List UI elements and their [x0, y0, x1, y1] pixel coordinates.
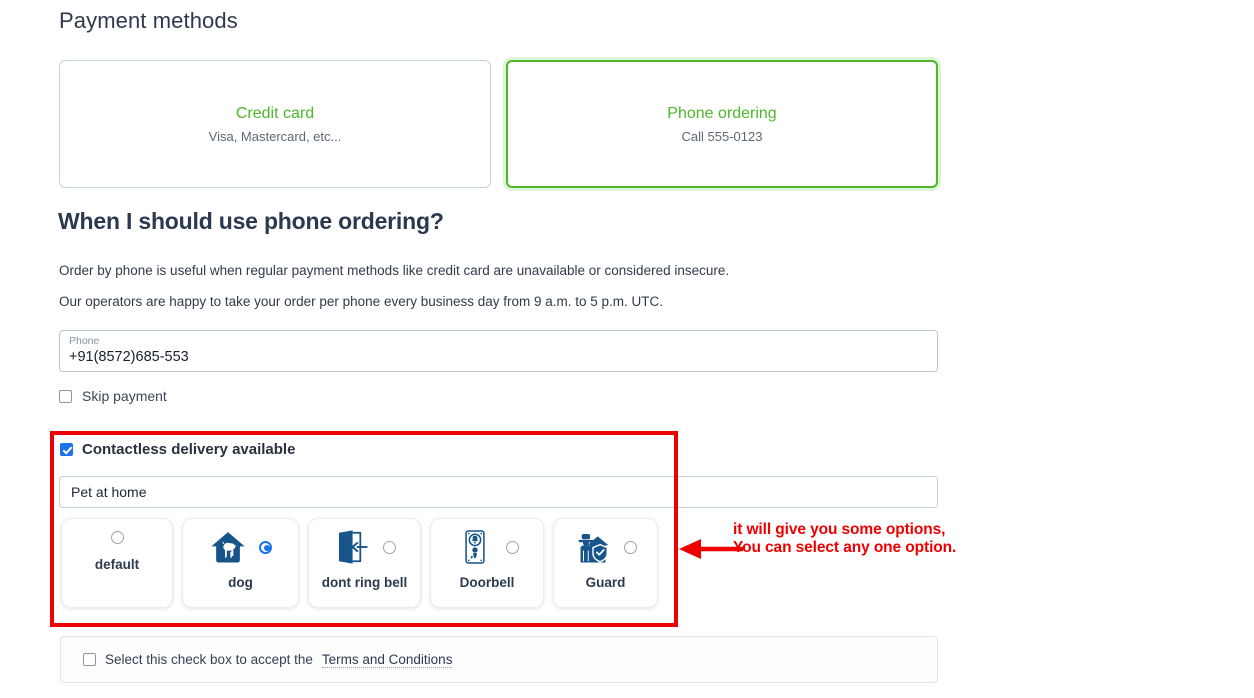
- delivery-option-guard[interactable]: Guard: [553, 518, 658, 608]
- delivery-option-radio[interactable]: [383, 540, 396, 554]
- section-paragraph-2: Our operators are happy to take your ord…: [59, 294, 664, 309]
- payment-method-subtitle: Visa, Mastercard, etc...: [208, 128, 342, 144]
- delivery-option-radio[interactable]: [624, 540, 637, 554]
- delivery-option-default[interactable]: default: [61, 518, 173, 608]
- contactless-delivery-label: Contactless delivery available: [82, 441, 296, 458]
- payment-method-phone-ordering[interactable]: Phone ordering Call 555-0123: [506, 60, 938, 188]
- payment-method-credit-card[interactable]: Credit card Visa, Mastercard, etc...: [59, 60, 491, 188]
- delivery-option-label: Guard: [585, 575, 626, 590]
- pet-at-home-value: Pet at home: [71, 484, 147, 500]
- payment-method-list: Credit card Visa, Mastercard, etc... Pho…: [59, 60, 939, 190]
- delivery-option-label: Doorbell: [459, 575, 515, 590]
- delivery-options-list: default dog dont ring bell Doorbell Guar…: [61, 518, 658, 608]
- skip-payment-row[interactable]: Skip payment: [59, 388, 167, 404]
- phone-input-value: +91(8572)685-553: [69, 349, 189, 365]
- phone-input-label: Phone: [69, 335, 100, 347]
- phone-input[interactable]: Phone +91(8572)685-553: [59, 330, 938, 372]
- payment-method-title: Phone ordering: [667, 104, 777, 122]
- terms-and-conditions-link[interactable]: Terms and Conditions: [321, 652, 453, 668]
- dog-house-icon: [211, 532, 245, 563]
- guard-shield-icon: [578, 533, 609, 563]
- delivery-option-label: dog: [228, 575, 253, 590]
- terms-box: Select this check box to accept the Term…: [60, 636, 938, 683]
- section-paragraph-1: Order by phone is useful when regular pa…: [59, 263, 730, 278]
- delivery-option-dog[interactable]: dog: [182, 518, 299, 608]
- payment-page: Payment methods Credit card Visa, Master…: [0, 0, 1254, 698]
- contactless-delivery-row[interactable]: Contactless delivery available: [60, 441, 295, 458]
- annotation-line-2: You can select any one option.: [733, 539, 957, 556]
- payment-method-subtitle: Call 555-0123: [681, 128, 763, 144]
- terms-text: Select this check box to accept the: [105, 652, 313, 667]
- delivery-option-doorbell[interactable]: Doorbell: [430, 518, 544, 608]
- page-title: Payment methods: [59, 8, 238, 33]
- pet-at-home-input[interactable]: Pet at home: [59, 476, 938, 508]
- doorbell-icon: [464, 530, 485, 564]
- section-heading: When I should use phone ordering?: [58, 208, 444, 234]
- delivery-option-radio[interactable]: [259, 540, 272, 554]
- delivery-option-label: dont ring bell: [321, 575, 408, 590]
- skip-payment-checkbox[interactable]: [59, 389, 72, 403]
- delivery-option-dont-ring-bell[interactable]: dont ring bell: [308, 518, 421, 608]
- terms-checkbox[interactable]: [83, 653, 96, 666]
- annotation-text: it will give you some options, You can s…: [733, 521, 956, 557]
- annotation-line-1: it will give you some options,: [733, 521, 946, 538]
- delivery-option-radio[interactable]: [505, 540, 519, 554]
- door-enter-icon: [338, 530, 368, 564]
- delivery-option-label: default: [94, 557, 140, 572]
- contactless-delivery-checkbox[interactable]: [60, 443, 73, 456]
- skip-payment-label: Skip payment: [82, 388, 167, 404]
- delivery-option-radio[interactable]: [110, 530, 124, 544]
- payment-method-title: Credit card: [235, 104, 315, 122]
